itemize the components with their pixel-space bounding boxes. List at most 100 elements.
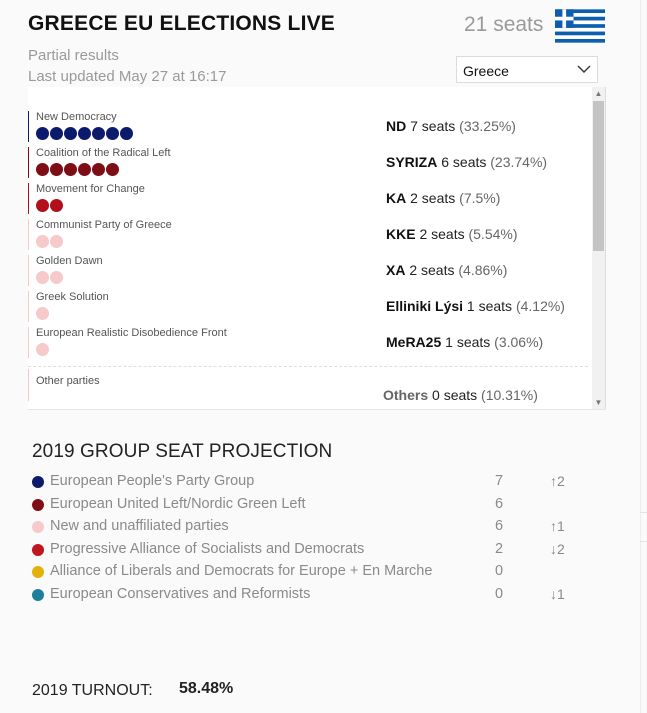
seat-dots — [36, 199, 63, 212]
group-seat-change: ↓2 — [550, 540, 565, 557]
party-name: Communist Party of Greece — [36, 219, 172, 231]
party-name: Greek Solution — [36, 291, 109, 303]
party-abbr: ND — [386, 118, 407, 134]
party-row: Golden Dawn XA 2 seats (4.86%) — [28, 255, 588, 291]
party-pct: (3.06%) — [494, 334, 544, 350]
seat-dots — [36, 235, 63, 248]
party-result: SYRIZA 6 seats (23.74%) — [386, 154, 547, 170]
projection-row: European People's Party Group 7 ↑2 — [32, 472, 592, 492]
scrollbar[interactable]: ▲ ▼ — [592, 87, 605, 409]
party-name: European Realistic Disobedience Front — [36, 327, 227, 339]
party-pct: (5.54%) — [468, 226, 518, 242]
seat-dot — [50, 271, 63, 284]
seat-dot — [36, 199, 49, 212]
party-color-bar — [28, 219, 29, 250]
party-pct: (7.5%) — [459, 190, 501, 206]
party-result: Elliniki Lýsi 1 seats (4.12%) — [386, 298, 565, 314]
seat-dot — [36, 235, 49, 248]
group-seats: 6 — [495, 495, 504, 512]
party-pct: (23.74%) — [490, 154, 548, 170]
party-seats: 6 seats — [441, 154, 487, 170]
group-seats: 7 — [495, 473, 504, 489]
party-seats: 7 seats — [410, 118, 456, 134]
total-seats: 21 seats — [464, 13, 544, 36]
scroll-down-icon[interactable]: ▼ — [592, 396, 605, 409]
side-handle — [640, 512, 647, 542]
party-results-list[interactable]: New Democracy ND 7 seats (33.25%) Coalitio… — [28, 87, 606, 410]
seat-dot — [36, 271, 49, 284]
others-name: Other parties — [36, 375, 100, 387]
projection-row: Alliance of Liberals and Democrats for E… — [32, 562, 592, 582]
party-color-bar — [28, 255, 29, 286]
party-result: MeRA25 1 seats (3.06%) — [386, 334, 543, 350]
party-color-bar — [28, 111, 29, 142]
seat-dot — [36, 127, 49, 140]
group-color-dot — [32, 566, 44, 579]
seat-dot — [106, 127, 119, 140]
projection-row: New and unaffiliated parties 6 ↑1 — [32, 517, 592, 537]
seat-dot — [78, 127, 91, 140]
group-seats: 6 — [495, 518, 504, 535]
chevron-down-icon — [577, 65, 591, 73]
seat-dot — [78, 163, 91, 176]
party-result: KKE 2 seats (5.54%) — [386, 226, 518, 242]
party-result: ND 7 seats (33.25%) — [386, 118, 516, 134]
party-row: Greek Solution Elliniki Lýsi 1 seats (4.1… — [28, 291, 588, 327]
others-color-bar — [28, 369, 29, 401]
seat-dots — [36, 163, 119, 176]
seat-dot — [92, 127, 105, 140]
group-name: European People's Party Group — [50, 473, 255, 489]
group-color-dot — [32, 543, 44, 556]
last-updated: Last updated May 27 at 16:17 — [28, 68, 227, 85]
projection-title: 2019 GROUP SEAT PROJECTION — [32, 441, 333, 462]
page-title: GREECE EU ELECTIONS LIVE — [28, 12, 336, 35]
projection-row: European United Left/Nordic Green Left 6 — [32, 495, 592, 515]
seat-dots — [36, 127, 133, 140]
party-row: Movement for Change KA 2 seats (7.5%) — [28, 183, 588, 219]
party-name: Golden Dawn — [36, 255, 103, 267]
group-seats: 0 — [495, 586, 504, 602]
country-select[interactable]: Greece — [456, 56, 598, 83]
seat-dot — [36, 343, 49, 356]
party-abbr: SYRIZA — [386, 154, 438, 170]
party-name: New Democracy — [36, 111, 117, 123]
party-color-bar — [28, 291, 29, 322]
party-color-bar — [28, 147, 29, 178]
projection-row: European Conservatives and Reformists 0 ↓1 — [32, 585, 592, 605]
party-name: Movement for Change — [36, 183, 145, 195]
party-row: Communist Party of Greece KKE 2 seats (5.… — [28, 219, 588, 255]
group-name: Alliance of Liberals and Democrats for E… — [50, 563, 433, 580]
party-abbr: XA — [386, 262, 406, 278]
seat-dot — [50, 235, 63, 248]
party-pct: (33.25%) — [459, 118, 516, 134]
group-name: New and unaffiliated parties — [50, 518, 229, 535]
turnout-value: 58.48% — [179, 680, 234, 697]
group-seats: 0 — [495, 563, 504, 580]
party-color-bar — [28, 327, 29, 358]
group-name: Progressive Alliance of Socialists and D… — [50, 540, 365, 557]
party-color-bar — [28, 183, 29, 214]
greece-flag-icon — [555, 9, 605, 43]
party-pct: (4.86%) — [458, 262, 508, 278]
others-seats: 0 seats — [432, 387, 478, 403]
scrollbar-thumb[interactable] — [593, 101, 604, 251]
party-name: Coalition of the Radical Left — [36, 147, 171, 159]
others-result: Others 0 seats (10.31%) — [383, 387, 538, 403]
others-pct: (10.31%) — [481, 387, 538, 403]
party-abbr: Elliniki Lýsi — [386, 298, 464, 314]
seat-dot — [50, 163, 63, 176]
seat-dot — [36, 163, 49, 176]
party-abbr: KA — [386, 190, 407, 206]
group-color-dot — [32, 521, 44, 534]
party-pct: (4.12%) — [515, 298, 565, 314]
scroll-up-icon[interactable]: ▲ — [592, 87, 605, 100]
party-seats: 2 seats — [419, 226, 465, 242]
party-seats: 2 seats — [409, 262, 455, 278]
others-label: Others — [383, 387, 429, 403]
right-edge-divider — [640, 0, 641, 713]
projection-row: Progressive Alliance of Socialists and D… — [32, 540, 592, 560]
seat-dot — [64, 127, 77, 140]
group-seat-change: ↑2 — [550, 473, 565, 489]
seat-dots — [36, 307, 49, 320]
seat-dot — [50, 127, 63, 140]
